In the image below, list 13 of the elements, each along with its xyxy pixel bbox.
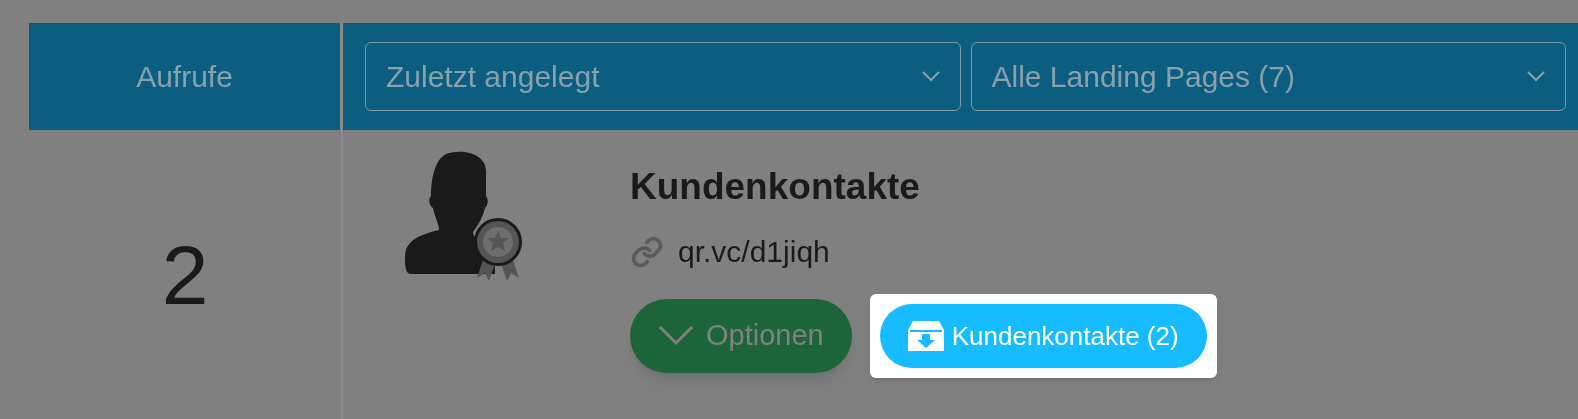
view-count: 2 [161,226,209,324]
chevron-down-icon [921,71,940,82]
chevron-down-icon [1527,71,1545,82]
link-icon [630,234,664,269]
sort-dropdown[interactable]: Zuletzt angelegt [365,42,961,111]
download-box-icon [907,321,944,351]
page-title: Kundenkontakte [630,168,921,205]
chevron-down-icon [658,325,694,347]
filter-dropdown[interactable]: Alle Landing Pages (7) [970,42,1566,111]
short-link[interactable]: qr.vc/d1jiqh [678,229,830,274]
customer-contacts-button[interactable]: Kundenkontakte (2) [879,304,1207,368]
options-button[interactable]: Optionen [630,299,852,373]
column-header: Aufrufe [136,59,233,95]
